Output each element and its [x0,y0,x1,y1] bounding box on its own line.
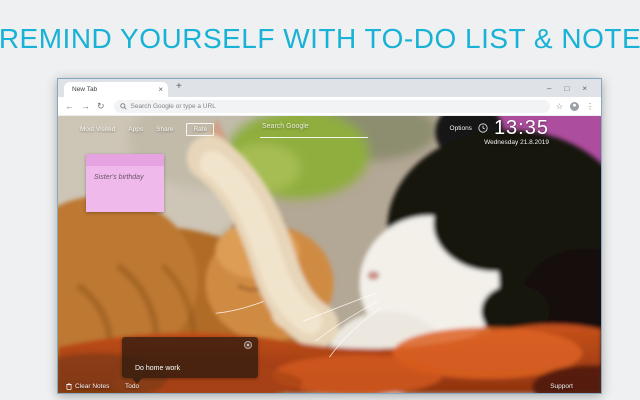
nav-share[interactable]: Share [156,126,173,133]
todo-button-label: Todo [125,383,140,390]
todo-settings-icon[interactable] [244,341,252,349]
close-icon[interactable]: × [582,84,587,93]
nav-most-visited[interactable]: Most Visited [80,126,115,133]
menu-dots-icon[interactable]: ⋮ [586,102,594,111]
forward-icon[interactable]: → [81,101,90,111]
toolbar-right-icons: ☆ ⋮ [556,101,594,111]
clock-icon [478,123,488,133]
search-icon [119,102,127,110]
todo-popup: Do home work [122,337,258,378]
browser-toolbar: ← → ↻ Search Google or type a URL ☆ ⋮ [58,97,601,116]
clock-block: Options 13:35 Wednesday 21.8.2019 [450,117,549,146]
sticky-note-header [86,154,164,166]
todo-item-text[interactable]: Do home work [135,365,180,372]
tab-new-tab[interactable]: New Tab × [64,82,168,97]
options-button[interactable]: Options [450,125,472,132]
clear-notes-button[interactable]: Clear Notes [66,383,109,390]
maximize-icon[interactable]: □ [564,84,569,93]
tab-title: New Tab [72,86,98,93]
promo-banner-title: REMIND YOURSELF WITH TO-DO LIST & NOTE [0,23,640,54]
back-icon[interactable]: ← [65,101,74,111]
sticky-note-text[interactable]: Sister's birthday [86,166,164,181]
browser-window: New Tab × + – □ × ← → ↻ Search Google or… [57,78,602,394]
nav-rate[interactable]: Rate [186,123,215,136]
reload-icon[interactable]: ↻ [97,101,105,111]
clear-notes-label: Clear Notes [75,383,110,390]
address-bar-placeholder: Search Google or type a URL [130,102,216,110]
ntp-nav: Most Visited Apps Share Rate [80,123,215,136]
minimize-icon[interactable]: – [547,84,551,93]
tab-close-icon[interactable]: × [158,85,163,94]
tab-strip: New Tab × + – □ × [58,79,601,97]
ntp-search-input[interactable]: Search Google [260,121,368,138]
todo-button[interactable]: Todo [125,383,139,390]
trash-icon [66,383,72,390]
profile-avatar-icon[interactable] [570,101,579,111]
bookmark-star-icon[interactable]: ☆ [556,102,563,111]
promo-banner: REMIND YOURSELF WITH TO-DO LIST & NOTE [0,0,640,78]
address-bar[interactable]: Search Google or type a URL [113,99,550,113]
nav-apps[interactable]: Apps [128,126,143,133]
clock-date: Wednesday 21.8.2019 [484,139,549,146]
sticky-note[interactable]: Sister's birthday [86,154,164,212]
support-label: Support [550,383,573,390]
new-tab-icon[interactable]: + [176,81,182,92]
clock-time: 13:35 [493,117,549,139]
new-tab-page: Most Visited Apps Share Rate Search Goog… [58,116,601,393]
support-button[interactable]: Support [550,383,573,390]
window-controls: – □ × [547,79,587,97]
